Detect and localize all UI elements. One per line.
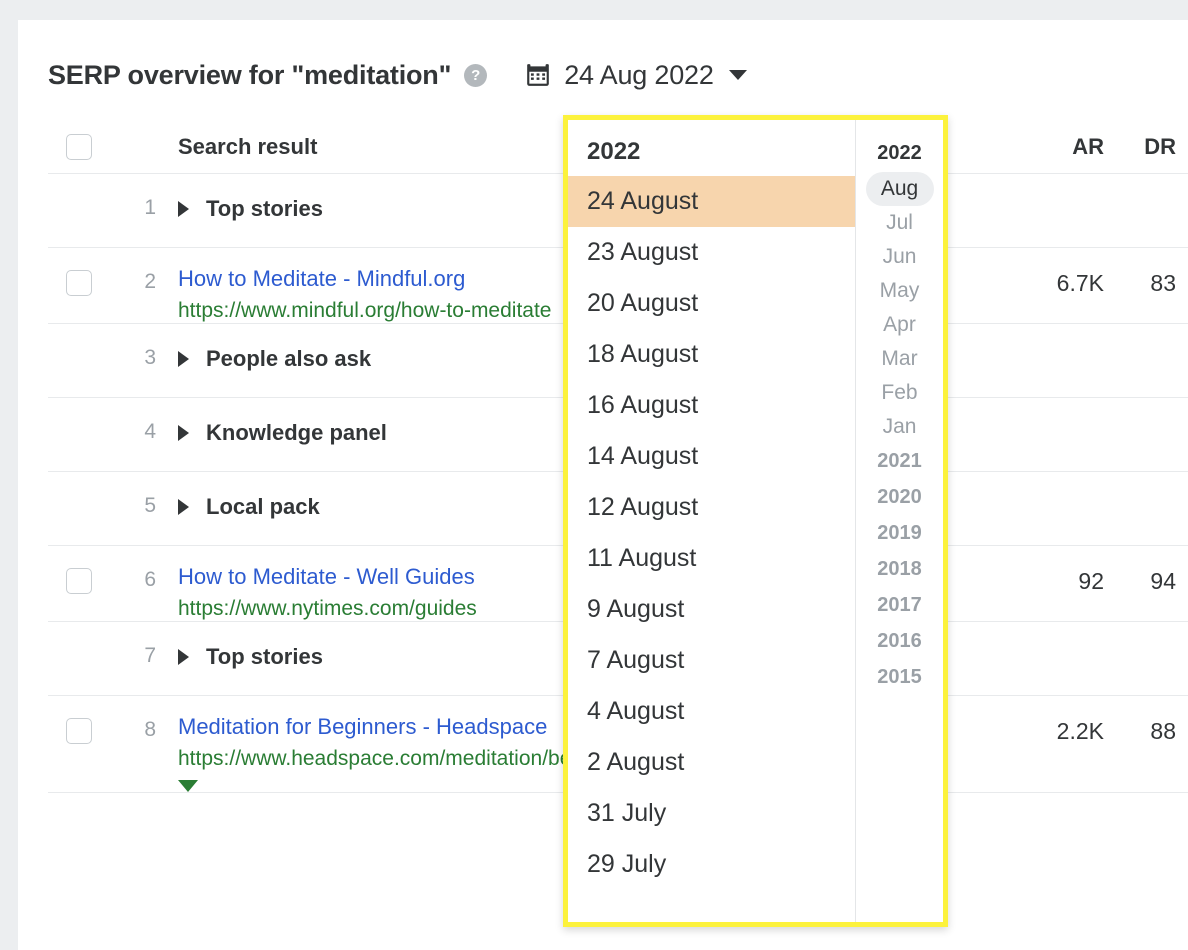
day-option[interactable]: 4 August (568, 686, 855, 737)
day-option[interactable]: 24 August (568, 176, 855, 227)
row-select-checkbox[interactable] (66, 270, 92, 296)
row-select-cell (48, 248, 110, 296)
ar-value (1022, 622, 1104, 644)
year-option[interactable]: 2015 (856, 660, 943, 696)
day-option[interactable]: 18 August (568, 329, 855, 380)
chevron-right-icon[interactable] (178, 499, 189, 515)
month-list: AugJulJunMayAprMarFebJan (856, 172, 943, 444)
year-option[interactable]: 2016 (856, 624, 943, 660)
position-header (110, 136, 156, 158)
month-option[interactable]: Feb (856, 376, 943, 410)
year-option-current[interactable]: 2022 (856, 136, 943, 172)
month-option[interactable]: Jan (856, 410, 943, 444)
serp-feature-label: Knowledge panel (206, 420, 387, 446)
day-option[interactable]: 16 August (568, 380, 855, 431)
day-option[interactable]: 31 July (568, 788, 855, 839)
ar-value (1022, 324, 1104, 346)
ar-header[interactable]: AR (1022, 134, 1104, 160)
dr-value: 94 (1104, 546, 1188, 595)
month-option[interactable]: Mar (856, 342, 943, 376)
day-column-year-heading: 2022 (568, 134, 855, 176)
year-option[interactable]: 2019 (856, 516, 943, 552)
month-option[interactable]: Jul (856, 206, 943, 240)
month-option[interactable]: May (856, 274, 943, 308)
row-position: 2 (110, 248, 156, 294)
dr-value (1104, 398, 1188, 420)
day-option[interactable]: 12 August (568, 482, 855, 533)
day-option[interactable]: 23 August (568, 227, 855, 278)
dr-value (1104, 622, 1188, 644)
row-select-cell (48, 324, 110, 346)
day-option[interactable]: 2 August (568, 737, 855, 788)
month-option[interactable]: Aug (866, 172, 934, 206)
dr-value (1104, 174, 1188, 196)
day-option[interactable]: 14 August (568, 431, 855, 482)
row-select-cell (48, 546, 110, 594)
chevron-right-icon[interactable] (178, 351, 189, 367)
ar-value: 2.2K (1022, 696, 1104, 745)
serp-feature-label: Top stories (206, 644, 323, 670)
row-select-checkbox[interactable] (66, 718, 92, 744)
row-position: 8 (110, 696, 156, 742)
page-header: SERP overview for "meditation" ? 24 Aug … (48, 48, 747, 102)
row-position: 3 (110, 324, 156, 370)
date-picker-button[interactable]: 24 Aug 2022 (525, 60, 746, 91)
row-select-checkbox[interactable] (66, 568, 92, 594)
past-year-list: 2021202020192018201720162015 (856, 444, 943, 696)
day-option[interactable]: 29 July (568, 839, 855, 890)
day-option[interactable]: 20 August (568, 278, 855, 329)
row-select-cell (48, 174, 110, 196)
select-all-cell (48, 134, 110, 160)
ar-value: 92 (1022, 546, 1104, 595)
row-position: 6 (110, 546, 156, 592)
row-select-cell (48, 696, 110, 744)
ar-value (1022, 398, 1104, 420)
serp-overview-card: SERP overview for "meditation" ? 24 Aug … (18, 20, 1188, 950)
calendar-icon (525, 62, 551, 88)
select-all-checkbox[interactable] (66, 134, 92, 160)
serp-feature-label: Top stories (206, 196, 323, 222)
year-option[interactable]: 2020 (856, 480, 943, 516)
row-position: 1 (110, 174, 156, 220)
chevron-right-icon[interactable] (178, 201, 189, 217)
selected-date-label: 24 Aug 2022 (564, 60, 713, 91)
chevron-right-icon[interactable] (178, 649, 189, 665)
ar-value (1022, 174, 1104, 196)
dr-value: 88 (1104, 696, 1188, 745)
year-option[interactable]: 2017 (856, 588, 943, 624)
page-title: SERP overview for "meditation" (48, 60, 451, 91)
dr-value (1104, 324, 1188, 346)
day-list-column: 2022 24 August23 August20 August18 Augus… (568, 120, 856, 922)
chevron-down-icon (729, 70, 747, 80)
month-option[interactable]: Apr (856, 308, 943, 342)
month-option[interactable]: Jun (856, 240, 943, 274)
chevron-right-icon[interactable] (178, 425, 189, 441)
year-option[interactable]: 2018 (856, 552, 943, 588)
help-circle-icon[interactable]: ? (464, 64, 487, 87)
ar-value (1022, 472, 1104, 494)
day-list: 24 August23 August20 August18 August16 A… (568, 176, 855, 890)
month-year-column: 2022 AugJulJunMayAprMarFebJan 2021202020… (856, 120, 943, 922)
year-option[interactable]: 2021 (856, 444, 943, 480)
row-select-cell (48, 622, 110, 644)
dr-header[interactable]: DR (1104, 134, 1188, 160)
day-option[interactable]: 11 August (568, 533, 855, 584)
row-position: 7 (110, 622, 156, 668)
dr-value (1104, 472, 1188, 494)
dr-value: 83 (1104, 248, 1188, 297)
expand-urls-icon[interactable] (178, 780, 198, 792)
day-option[interactable]: 7 August (568, 635, 855, 686)
serp-feature-label: People also ask (206, 346, 371, 372)
row-position: 4 (110, 398, 156, 444)
ar-value: 6.7K (1022, 248, 1104, 297)
row-select-cell (48, 398, 110, 420)
row-position: 5 (110, 472, 156, 518)
row-select-cell (48, 472, 110, 494)
day-option[interactable]: 9 August (568, 584, 855, 635)
serp-feature-label: Local pack (206, 494, 320, 520)
date-picker-dropdown[interactable]: 2022 24 August23 August20 August18 Augus… (563, 115, 948, 927)
